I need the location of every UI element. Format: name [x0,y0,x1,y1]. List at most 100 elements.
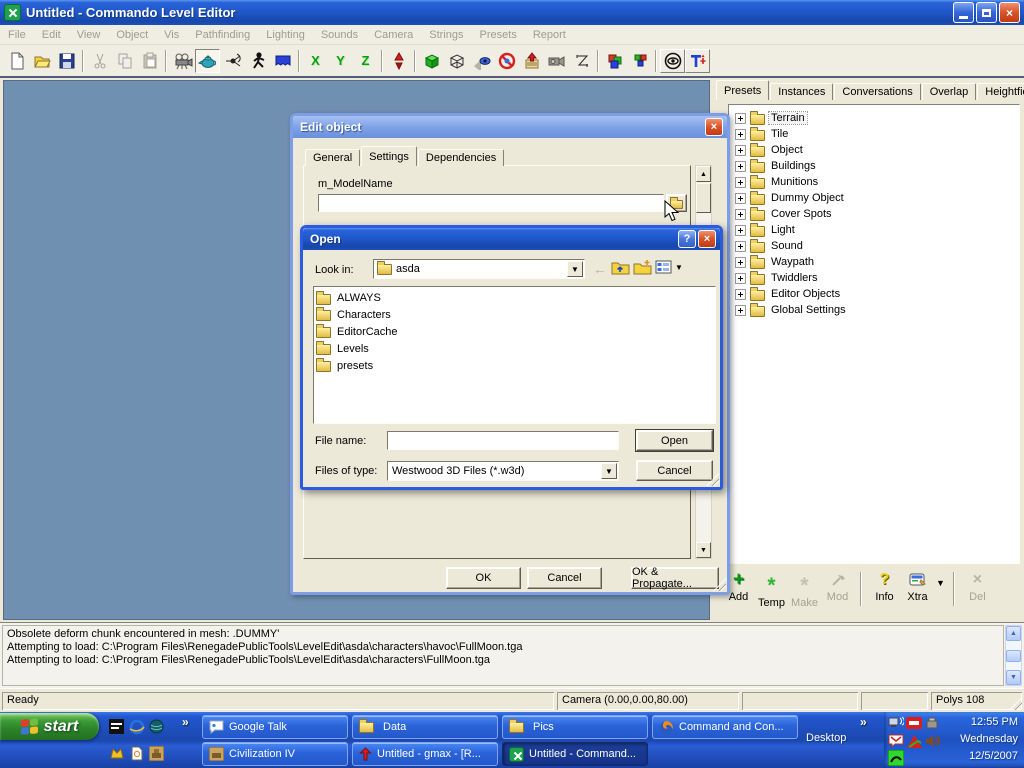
scrollbar-thumb[interactable] [696,183,711,213]
menu-item-object[interactable]: Object [108,26,156,44]
taskbar-button-leveledit[interactable]: Untitled - Command... [502,742,648,766]
taskbar-button-gmax[interactable]: Untitled - gmax - [R... [352,742,498,766]
ok-button[interactable]: OK [446,567,521,589]
info-button[interactable]: ?Info [868,570,901,603]
file-list-item[interactable]: Characters [316,306,713,323]
expand-icon[interactable] [735,129,746,140]
walk-character-icon[interactable] [245,49,270,73]
import-asset-icon[interactable] [519,49,544,73]
tree-item[interactable]: Munitions [731,174,1017,190]
wireless-icon[interactable] [888,750,904,766]
maximize-button[interactable] [976,2,997,23]
toggle-visibility-icon[interactable] [469,49,494,73]
expand-icon[interactable] [735,209,746,220]
quicklaunch-document-icon[interactable] [128,745,145,762]
quicklaunch-ie-icon[interactable] [128,718,145,735]
model-name-input[interactable] [318,194,664,212]
expand-icon[interactable] [735,177,746,188]
menu-item-pathfinding[interactable]: Pathfinding [187,26,258,44]
tree-item[interactable]: Object [731,142,1017,158]
quicklaunch-game-icon[interactable] [108,745,125,762]
taskbar-button-browser[interactable]: Command and Con... [652,715,798,739]
wireframe-view-icon[interactable] [444,49,469,73]
taskbar-button-pics[interactable]: Pics [502,715,648,739]
expand-icon[interactable] [735,305,746,316]
object-groups-icon[interactable] [602,49,627,73]
desktop-overflow-icon[interactable]: » [860,715,867,729]
menu-item-strings[interactable]: Strings [421,26,471,44]
volume-icon[interactable] [924,733,940,749]
xtra-button[interactable]: Xtra [901,570,934,603]
file-list-item[interactable]: ALWAYS [316,290,713,306]
desktop-toolbar-label[interactable]: Desktop [806,732,846,744]
axis-x-icon[interactable]: X [303,49,328,73]
object-parts-icon[interactable] [627,49,652,73]
tab-dependencies[interactable]: Dependencies [418,149,504,166]
taskbar-button-civilization[interactable]: Civilization IV [202,742,348,766]
cancel-button[interactable]: Cancel [636,460,713,481]
quicklaunch-civ-icon[interactable] [148,745,165,762]
menu-item-sounds[interactable]: Sounds [313,26,366,44]
open-button[interactable]: Open [636,430,713,451]
menu-item-lighting[interactable]: Lighting [258,26,313,44]
make-button[interactable]: *Make [788,570,821,609]
help-icon[interactable]: ? [678,230,696,248]
axis-y-icon[interactable]: Y [328,49,353,73]
ati-icon[interactable] [906,715,922,731]
expand-icon[interactable] [735,289,746,300]
text-labels-icon[interactable] [685,49,710,73]
new-file-icon[interactable] [4,49,29,73]
expand-icon[interactable] [735,273,746,284]
files-of-type-combobox[interactable]: Westwood 3D Files (*.w3d) ▼ [387,461,619,481]
tree-item[interactable]: Terrain [731,110,1017,126]
vis-blocker-icon[interactable] [494,49,519,73]
file-name-input[interactable] [387,431,619,450]
quicklaunch-overflow-icon[interactable]: » [182,715,189,729]
tree-item[interactable]: Buildings [731,158,1017,174]
open-dialog-close-icon[interactable]: × [698,230,716,248]
expand-icon[interactable] [735,193,746,204]
look-in-combobox[interactable]: asda ▼ [373,259,585,279]
menu-item-view[interactable]: View [69,26,109,44]
edit-dialog-close-icon[interactable]: × [705,118,723,136]
expand-icon[interactable] [735,257,746,268]
tab-conversations[interactable]: Conversations [834,83,920,100]
tab-general[interactable]: General [305,149,360,166]
scrollbar-thumb[interactable] [1006,650,1021,662]
waypoint-flag-icon[interactable] [270,49,295,73]
menu-item-vis[interactable]: Vis [156,26,187,44]
solid-view-icon[interactable] [419,49,444,73]
quicklaunch-globe-icon[interactable] [148,718,165,735]
menu-item-presets[interactable]: Presets [472,26,525,44]
expand-icon[interactable] [735,225,746,236]
save-icon[interactable] [54,49,79,73]
scroll-up-icon[interactable]: ▲ [696,166,711,182]
up-folder-icon[interactable] [611,259,630,279]
file-list-item[interactable]: EditorCache [316,323,713,340]
render-teapot-icon[interactable] [195,49,220,73]
del-button[interactable]: ×Del [961,570,994,603]
minimize-button[interactable] [953,2,974,23]
expand-icon[interactable] [735,161,746,172]
start-button[interactable]: start [0,713,99,740]
tree-item[interactable]: Cover Spots [731,206,1017,222]
tray-clock[interactable]: 12:55 PM [971,716,1018,728]
taskbar-button-google-talk[interactable]: Google Talk [202,715,348,739]
vis-camera-icon[interactable] [660,49,685,73]
copy-icon[interactable] [112,49,137,73]
menu-item-file[interactable]: File [0,26,34,44]
file-list-item[interactable]: Levels [316,340,713,357]
tree-item[interactable]: Tile [731,126,1017,142]
gmail-icon[interactable] [888,733,904,749]
cut-icon[interactable] [87,49,112,73]
tree-item[interactable]: Twiddlers [731,270,1017,286]
device-icon[interactable] [924,715,940,731]
look-in-dropdown-icon[interactable]: ▼ [567,261,583,277]
tab-overlap[interactable]: Overlap [922,83,977,100]
menu-item-edit[interactable]: Edit [34,26,69,44]
origin-marker-icon[interactable] [386,49,411,73]
scroll-up-icon[interactable]: ▲ [1006,626,1021,641]
antivirus-icon[interactable] [906,733,922,749]
menu-item-camera[interactable]: Camera [366,26,421,44]
quicklaunch-bf2142-icon[interactable] [108,718,125,735]
